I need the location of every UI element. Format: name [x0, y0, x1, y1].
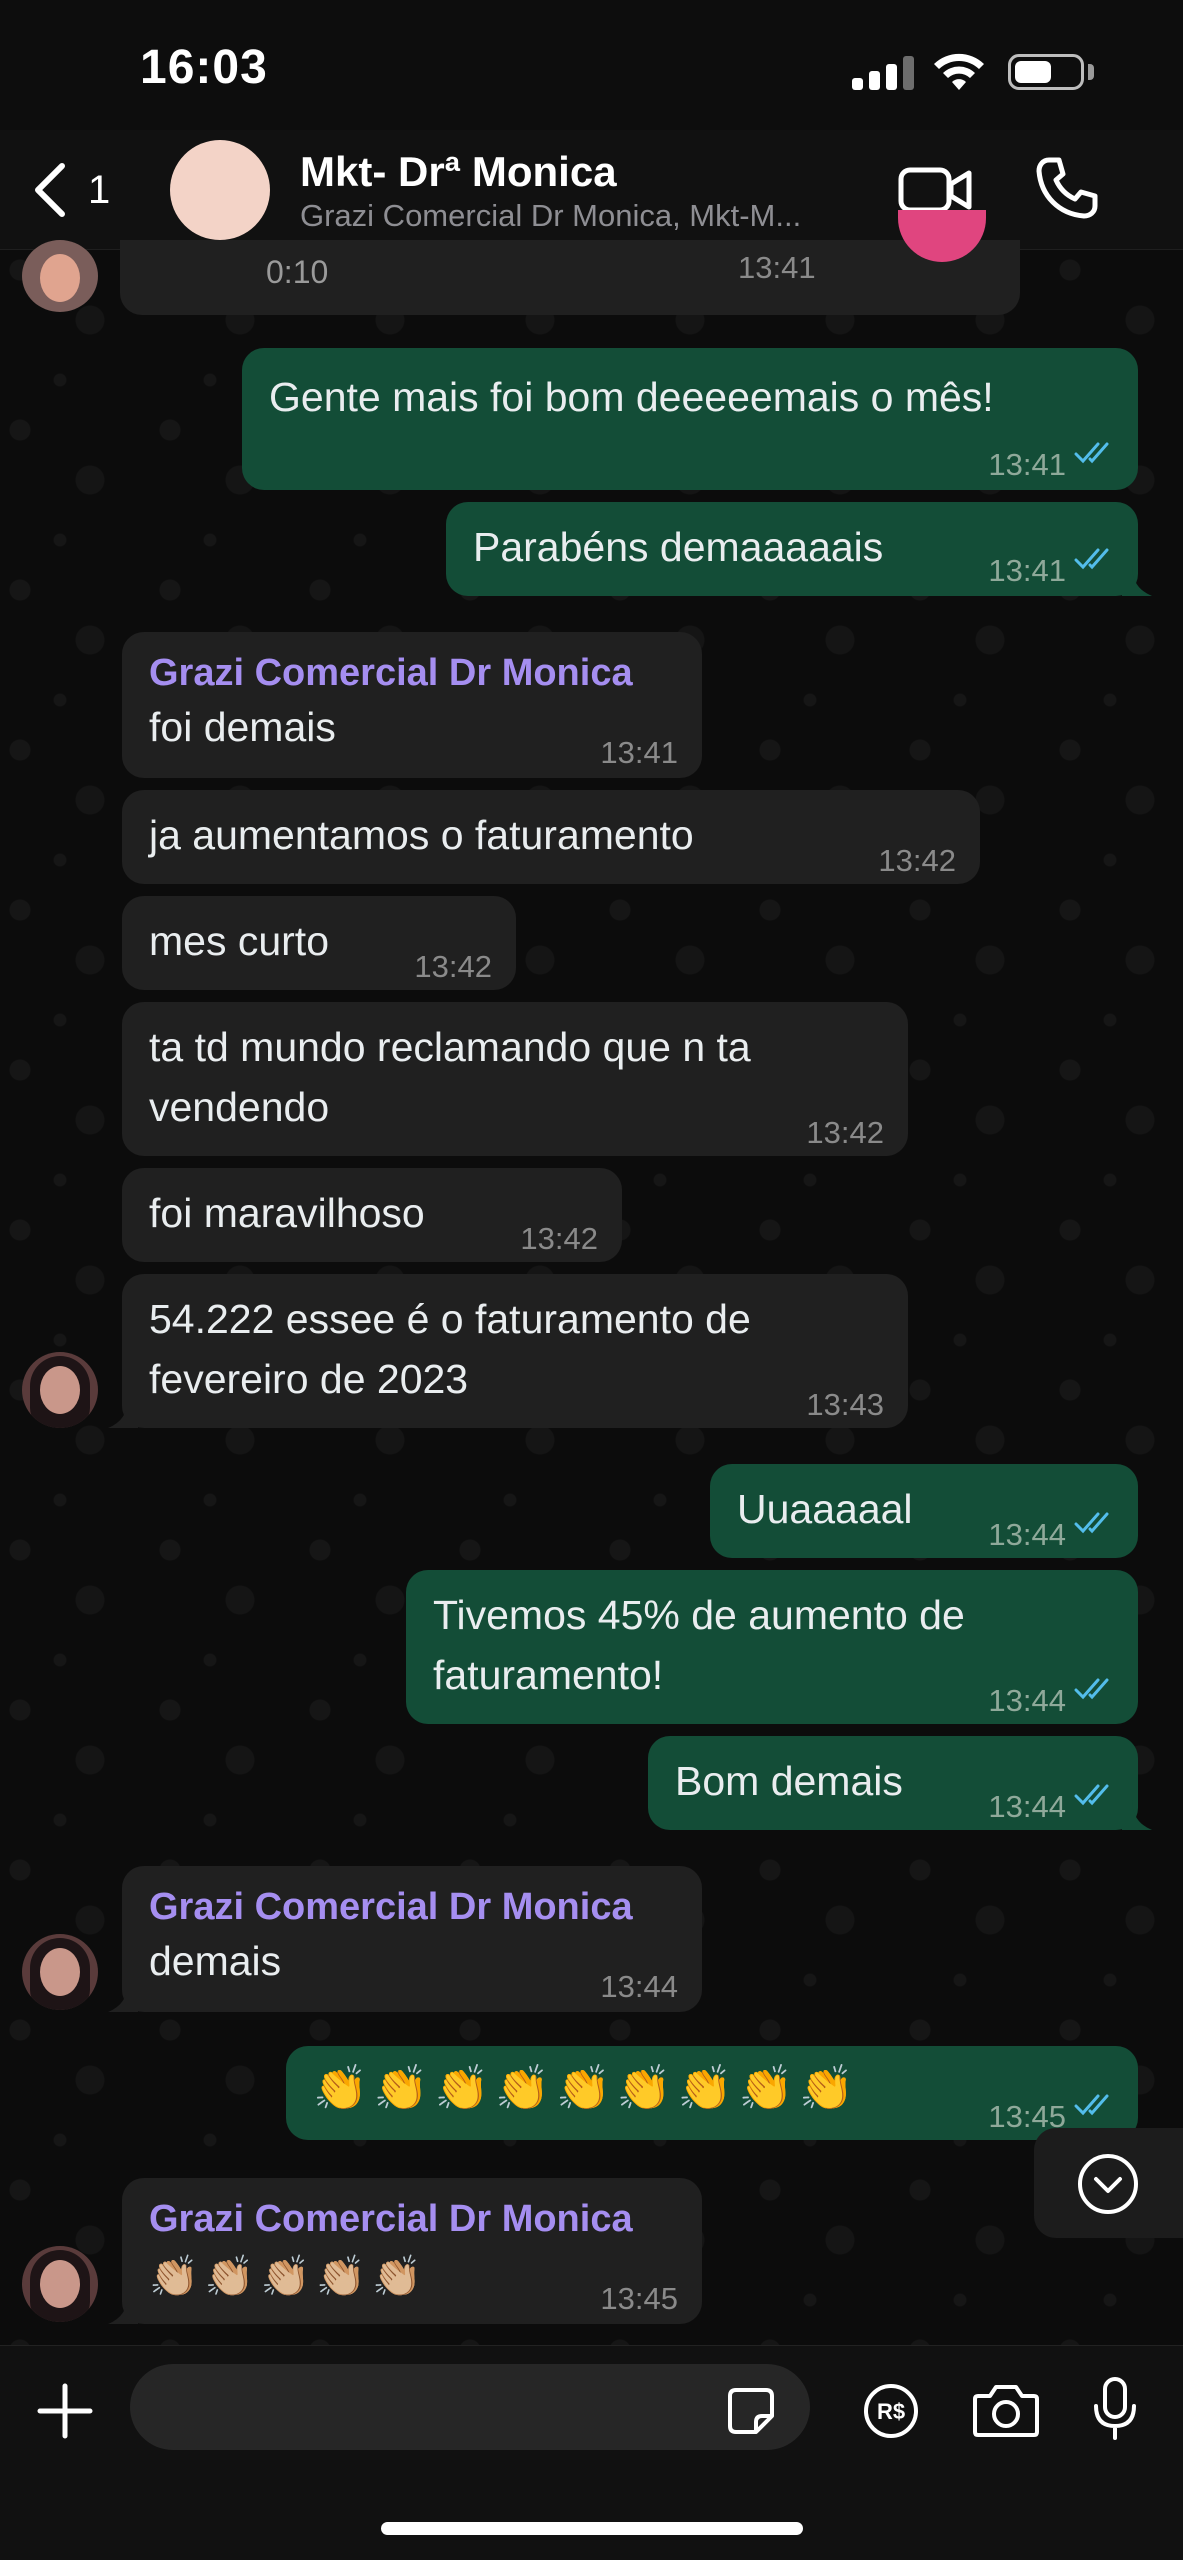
- message-time: 13:42: [520, 1221, 598, 1256]
- message-text: ta td mundo reclamando que n ta: [149, 1024, 751, 1070]
- message-text: Bom demais: [675, 1758, 903, 1804]
- message-time: 13:44: [988, 1789, 1066, 1824]
- message-text: Tivemos 45% de aumento de: [433, 1592, 965, 1638]
- message-time: 13:44: [988, 1683, 1066, 1718]
- phone-call-icon[interactable]: [1035, 156, 1099, 220]
- status-bar: 16:03: [0, 0, 1183, 140]
- voice-message[interactable]: 0:10 13:41: [120, 240, 1020, 315]
- read-ticks-icon: [1074, 1512, 1109, 1534]
- message-time: 13:41: [600, 735, 678, 770]
- bubble-tail: [1122, 566, 1152, 596]
- message-bubble-outgoing[interactable]: Uuaaaaal 13:44: [710, 1464, 1138, 1558]
- message-bubble-incoming[interactable]: ta td mundo reclamando que n ta vendendo…: [122, 1002, 908, 1156]
- bubble-tail: [108, 1982, 138, 2012]
- sender-avatar[interactable]: [22, 2246, 98, 2322]
- message-time: 13:41: [988, 553, 1066, 588]
- message-bubble-incoming[interactable]: 54.222 essee é o faturamento de fevereir…: [108, 1274, 908, 1428]
- message-bubble-incoming[interactable]: mes curto 13:42: [122, 896, 516, 990]
- message-time: 13:43: [806, 1387, 884, 1422]
- message-bubble-outgoing[interactable]: Parabéns demaaaaais 13:41: [446, 502, 1152, 596]
- sticker-icon[interactable]: [726, 2386, 776, 2436]
- wifi-icon: [934, 53, 984, 90]
- message-time: 13:42: [414, 949, 492, 984]
- payment-icon[interactable]: R$: [862, 2382, 920, 2440]
- cellular-signal-icon: [852, 56, 914, 90]
- message-text-line2: fevereiro de 2023: [149, 1356, 469, 1402]
- message-emoji-text: 👏👏👏👏👏👏👏👏👏: [313, 2064, 861, 2113]
- message-text: ja aumentamos o faturamento: [149, 812, 694, 858]
- message-time: 13:42: [806, 1115, 884, 1150]
- message-time: 13:41: [988, 447, 1066, 482]
- group-participants[interactable]: Grazi Comercial Dr Monica, Mkt-M...: [300, 198, 870, 234]
- group-avatar[interactable]: [170, 140, 270, 240]
- message-emoji-text: 👏🏼👏🏼👏🏼👏🏼👏🏼: [149, 2255, 429, 2299]
- svg-text:R$: R$: [877, 2399, 905, 2424]
- video-call-icon[interactable]: [898, 165, 972, 215]
- chevron-down-circle-icon: [1078, 2154, 1138, 2214]
- battery-cap: [1088, 64, 1094, 80]
- group-title[interactable]: Mkt- Drª Monica: [300, 148, 617, 196]
- read-ticks-icon: [1074, 1784, 1109, 1806]
- message-bubble-outgoing[interactable]: Bom demais 13:44: [648, 1736, 1152, 1830]
- message-text-line2: vendendo: [149, 1084, 330, 1130]
- message-bubble-outgoing[interactable]: Gente mais foi bom deeeeemais o mês! 13:…: [242, 348, 1138, 490]
- sender-name[interactable]: Grazi Comercial Dr Monica: [149, 1878, 633, 1936]
- bubble-tail: [1122, 1800, 1152, 1830]
- sender-avatar[interactable]: [22, 240, 98, 312]
- sender-name[interactable]: Grazi Comercial Dr Monica: [149, 644, 633, 702]
- microphone-icon[interactable]: [1090, 2376, 1140, 2442]
- home-indicator[interactable]: [381, 2522, 803, 2535]
- voice-time: 13:41: [738, 250, 816, 285]
- read-ticks-icon: [1074, 1678, 1109, 1700]
- unread-count: 1: [88, 167, 111, 212]
- message-text: 54.222 essee é o faturamento de: [149, 1296, 751, 1342]
- message-text: demais: [149, 1938, 282, 1984]
- message-text: Uuaaaaal: [737, 1486, 913, 1532]
- message-bubble-outgoing[interactable]: Tivemos 45% de aumento de faturamento! 1…: [406, 1570, 1138, 1724]
- read-ticks-icon: [1074, 548, 1109, 570]
- message-time: 13:45: [600, 2281, 678, 2316]
- bubble-tail: [108, 1398, 138, 1428]
- camera-icon[interactable]: [972, 2382, 1040, 2438]
- message-text: Gente mais foi bom deeeeemais o mês!: [269, 374, 994, 420]
- message-bubble-incoming[interactable]: foi maravilhoso 13:42: [122, 1168, 622, 1262]
- message-time: 13:44: [988, 1517, 1066, 1552]
- voice-duration: 0:10: [266, 254, 329, 290]
- message-text: foi maravilhoso: [149, 1190, 425, 1236]
- message-text-line2: faturamento!: [433, 1652, 664, 1698]
- read-ticks-icon: [1074, 2094, 1109, 2116]
- chevron-left-icon: [35, 163, 65, 217]
- message-bubble-incoming[interactable]: Grazi Comercial Dr Monica foi demais 13:…: [122, 632, 702, 778]
- status-time: 16:03: [140, 41, 268, 94]
- read-ticks-icon: [1074, 442, 1109, 464]
- message-input[interactable]: [130, 2364, 810, 2450]
- message-text: foi demais: [149, 704, 336, 750]
- battery-icon: [1008, 54, 1084, 90]
- bubble-tail: [108, 2294, 138, 2324]
- back-button[interactable]: 1: [30, 160, 120, 220]
- message-bubble-incoming[interactable]: Grazi Comercial Dr Monica demais 13:44: [108, 1866, 702, 2012]
- message-time: 13:44: [600, 1969, 678, 2004]
- message-text: mes curto: [149, 918, 329, 964]
- message-bubble-incoming[interactable]: Grazi Comercial Dr Monica 👏🏼👏🏼👏🏼👏🏼👏🏼 13:…: [108, 2178, 702, 2324]
- message-bubble-outgoing[interactable]: 👏👏👏👏👏👏👏👏👏 13:45: [286, 2046, 1138, 2140]
- chat-screen: 16:03 1 Mkt- Drª Monica Grazi Comercial …: [0, 0, 1183, 2560]
- message-bubble-incoming[interactable]: ja aumentamos o faturamento 13:42: [122, 790, 980, 884]
- sender-avatar[interactable]: [22, 1352, 98, 1428]
- message-time: 13:42: [878, 843, 956, 878]
- message-text: Parabéns demaaaaais: [473, 524, 884, 570]
- sender-avatar[interactable]: [22, 1934, 98, 2010]
- sender-name[interactable]: Grazi Comercial Dr Monica: [149, 2190, 633, 2248]
- scroll-to-bottom-button[interactable]: [1034, 2128, 1183, 2238]
- chat-header: 1 Mkt- Drª Monica Grazi Comercial Dr Mon…: [0, 130, 1183, 250]
- plus-icon[interactable]: [36, 2382, 94, 2440]
